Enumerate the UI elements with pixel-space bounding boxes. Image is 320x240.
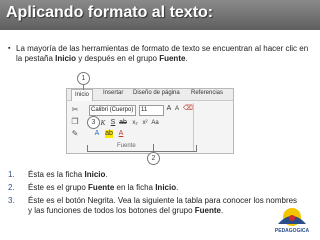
bullet-marker: ▪ (8, 45, 11, 52)
step-text: Éste es el botón Negrita. Vea la siguien… (28, 196, 298, 216)
step-number: 2. (8, 183, 15, 192)
callout-1: 1 (77, 72, 90, 85)
clear-format-icon[interactable]: ⌫ (183, 105, 193, 113)
copy-icon[interactable]: ❐ (70, 117, 80, 127)
italic-icon[interactable]: K (99, 119, 107, 127)
font-color-icon[interactable]: A (117, 130, 125, 138)
step-number: 3. (8, 196, 15, 205)
step-3-pre: Éste es el botón Negrita. Vea la siguien… (28, 196, 298, 215)
step-2-bold: Fuente (88, 183, 115, 192)
step-2-bold2: Inicio (155, 183, 177, 192)
step-1-bold: Inicio (84, 170, 106, 179)
tab-diseno-de-pagina[interactable]: Diseño de página (133, 90, 180, 96)
page-title: Aplicando formato al texto: (6, 4, 214, 21)
change-case-icon[interactable]: Aa (151, 119, 159, 127)
step-2-pre: Éste es el grupo (28, 183, 89, 192)
tab-insertar[interactable]: Insertar (103, 90, 123, 96)
logo-dot-icon (289, 215, 295, 221)
title-bar: Aplicando formato al texto: (0, 0, 320, 30)
step-2-mid: en la ficha (114, 183, 156, 192)
logo-text: PEDAGOGICA (274, 228, 310, 234)
font-name-select[interactable]: Calibri (Cuerpo) (89, 105, 136, 116)
step-2-post: . (176, 183, 179, 192)
strikethrough-icon[interactable]: ab (119, 119, 127, 127)
step-text: Ésta es la ficha Inicio. (28, 170, 298, 180)
step-3-post: . (221, 206, 224, 215)
superscript-icon[interactable]: x² (141, 119, 149, 127)
logo-graphic-icon (278, 208, 306, 226)
font-size-select[interactable]: 11 (139, 105, 164, 116)
shrink-font-icon[interactable]: A (173, 105, 181, 113)
tab-referencias[interactable]: Referencias (191, 90, 223, 96)
callout-2: 2 (147, 152, 160, 165)
ribbon-tabs: Inicio Insertar Diseño de página Referen… (67, 89, 233, 101)
clipboard-group: ✂ ❐ ✎ (69, 103, 83, 141)
underline-icon[interactable]: S (109, 119, 117, 127)
logo: PEDAGOGICA (270, 206, 314, 236)
text-effects-icon[interactable]: A (93, 130, 101, 138)
intro-bold-fuente: Fuente (159, 54, 186, 63)
grow-font-icon[interactable]: A (165, 105, 173, 113)
group-bracket (87, 145, 197, 152)
step-1-pre: Ésta es la ficha (28, 170, 85, 179)
highlight-icon[interactable]: ab (105, 130, 113, 138)
step-3-bold: Fuente (194, 206, 222, 215)
intro-bold-inicio: Inicio (55, 54, 77, 63)
step-text: Éste es el grupo Fuente en la ficha Inic… (28, 183, 298, 193)
intro-part3: . (185, 54, 188, 63)
intro-text: La mayoría de las herramientas de format… (16, 44, 312, 64)
cut-icon[interactable]: ✂ (70, 105, 80, 115)
step-1-post: . (105, 170, 108, 179)
font-group-label: Fuente (117, 143, 136, 149)
subscript-icon[interactable]: x₂ (131, 119, 139, 127)
step-number: 1. (8, 170, 15, 179)
callout-3: 3 (87, 116, 100, 129)
group-separator (193, 103, 194, 151)
tab-inicio[interactable]: Inicio (71, 89, 94, 101)
intro-part2: y después en el grupo (76, 54, 160, 63)
format-painter-icon[interactable]: ✎ (70, 129, 80, 139)
